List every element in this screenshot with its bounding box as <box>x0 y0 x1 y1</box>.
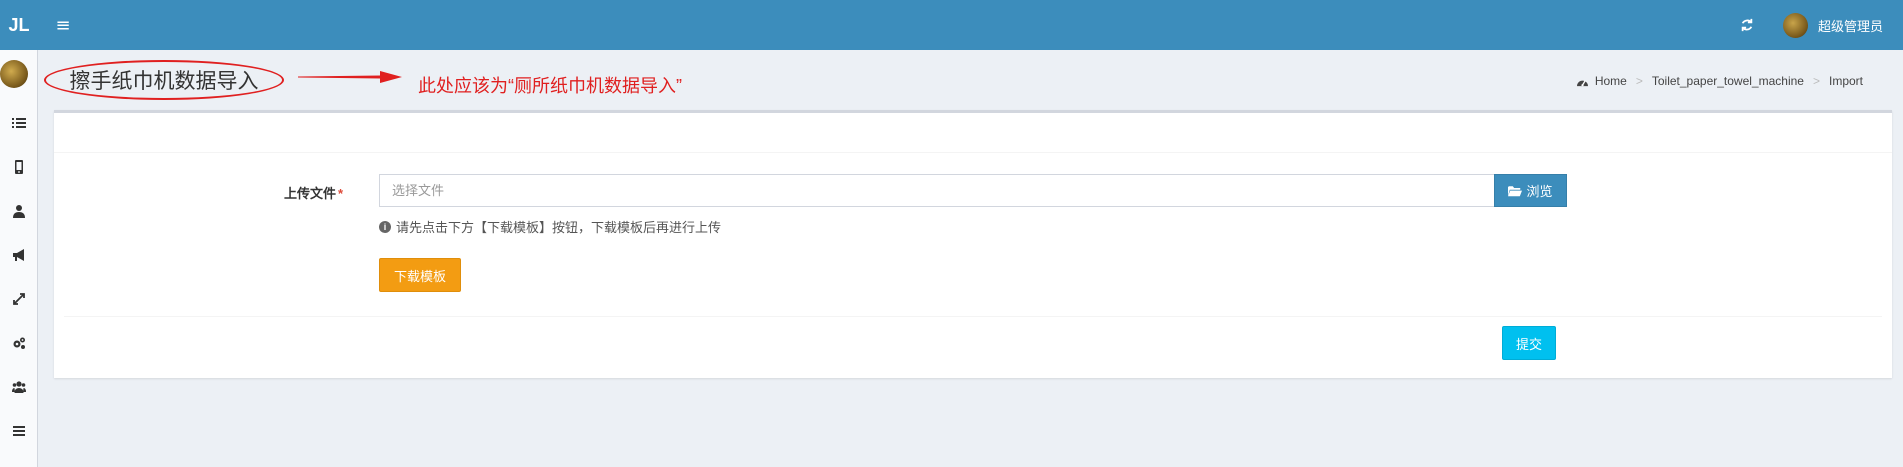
mobile-icon[interactable] <box>0 152 38 182</box>
hamburger-icon[interactable]: ≡ <box>52 0 74 50</box>
avatar <box>1782 12 1808 38</box>
cogs-icon[interactable] <box>0 328 38 358</box>
breadcrumb-current: Import <box>1828 74 1863 88</box>
form-divider <box>64 316 1882 317</box>
bullhorn-icon[interactable] <box>0 240 38 270</box>
breadcrumb-home[interactable]: Home <box>1576 74 1627 88</box>
file-path-input[interactable] <box>379 174 1499 207</box>
page-title: 擦手纸巾机数据导入 <box>69 70 259 93</box>
user-icon[interactable] <box>0 196 38 226</box>
list-icon[interactable] <box>0 108 38 138</box>
title-annotation-ellipse: 擦手纸巾机数据导入 <box>44 60 284 100</box>
annotation-note: 此处应该为“厕所纸巾机数据导入” <box>418 76 682 96</box>
navbar-right: 超级管理员 <box>1727 0 1903 50</box>
browse-button[interactable]: 浏览 <box>1494 174 1567 207</box>
sidebar-avatar <box>0 60 28 88</box>
app-logo[interactable]: JL <box>0 0 38 50</box>
user-menu[interactable]: 超级管理员 <box>1767 0 1893 50</box>
top-navbar: JL ≡ 超级管理员 <box>0 0 1903 50</box>
breadcrumb-separator: > <box>1812 74 1820 88</box>
breadcrumb: Home > Toilet_paper_towel_machine > Impo… <box>1576 74 1863 88</box>
bars-icon[interactable] <box>0 416 38 446</box>
upload-file-label: 上传文件 * <box>284 186 344 201</box>
folder-open-icon <box>1508 185 1523 196</box>
refresh-icon[interactable] <box>1727 0 1767 50</box>
required-mark: * <box>338 186 344 201</box>
submit-button[interactable]: 提交 <box>1502 326 1556 360</box>
breadcrumb-home-label: Home <box>1594 74 1627 88</box>
import-panel: 上传文件* 浏览 i 请先点击下方【下载模板】按钮，下载模板后再进行上传 下载模… <box>54 110 1892 378</box>
users-icon[interactable] <box>0 372 38 402</box>
breadcrumb-module[interactable]: Toilet_paper_towel_machine <box>1652 74 1804 88</box>
expand-icon[interactable] <box>0 284 38 314</box>
user-name: 超级管理员 <box>1817 19 1883 35</box>
download-template-button[interactable]: 下载模板 <box>379 258 461 292</box>
dashboard-icon <box>1576 79 1588 86</box>
panel-header <box>54 113 1892 153</box>
breadcrumb-separator: > <box>1635 74 1643 88</box>
annotation-arrow <box>298 71 402 83</box>
info-circle-icon: i <box>379 220 391 233</box>
help-text: i 请先点击下方【下载模板】按钮，下载模板后再进行上传 <box>379 217 721 236</box>
